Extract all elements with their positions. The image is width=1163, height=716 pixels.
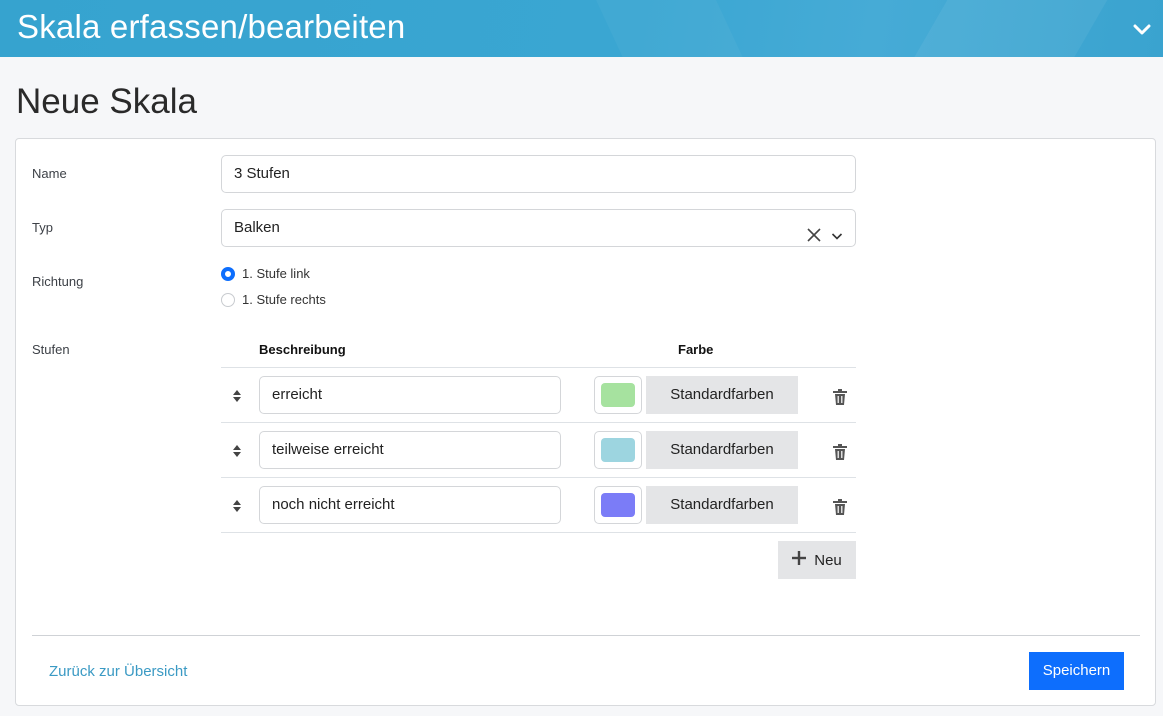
color-picker[interactable]	[594, 486, 642, 524]
radio-label: 1. Stufe rechts	[242, 292, 326, 307]
back-to-overview-link[interactable]: Zurück zur Übersicht	[49, 663, 187, 680]
drag-handle-icon[interactable]	[231, 498, 243, 514]
column-header-description: Beschreibung	[259, 342, 346, 357]
type-label: Typ	[32, 220, 53, 235]
color-swatch	[601, 438, 635, 462]
plus-icon	[792, 551, 807, 569]
table-divider	[221, 477, 856, 478]
radio-first-right[interactable]: 1. Stufe rechts	[221, 292, 326, 307]
level-description-input[interactable]: erreicht	[259, 376, 561, 414]
footer-divider	[32, 635, 1140, 636]
header-title: Skala erfassen/bearbeiten	[17, 8, 406, 45]
add-level-button[interactable]: Neu	[778, 541, 856, 579]
drag-handle-icon[interactable]	[231, 388, 243, 404]
chevron-down-icon[interactable]	[831, 220, 843, 256]
page-title: Neue Skala	[16, 82, 197, 121]
direction-label: Richtung	[32, 274, 84, 289]
color-picker[interactable]	[594, 376, 642, 414]
add-level-label: Neu	[814, 551, 842, 569]
name-label: Name	[32, 166, 67, 181]
table-divider	[221, 532, 856, 533]
header-decoration	[586, 0, 754, 57]
radio-button-checked[interactable]	[221, 266, 235, 281]
type-select[interactable]: Balken	[221, 209, 856, 247]
radio-first-left[interactable]: 1. Stufe link	[221, 266, 310, 281]
trash-icon[interactable]	[833, 444, 847, 460]
color-swatch	[601, 383, 635, 407]
name-input[interactable]: 3 Stufen	[221, 155, 856, 193]
radio-button[interactable]	[221, 292, 235, 307]
trash-icon[interactable]	[833, 499, 847, 515]
save-button[interactable]: Speichern	[1029, 652, 1124, 690]
type-select-value: Balken	[234, 219, 280, 236]
trash-icon[interactable]	[833, 389, 847, 405]
column-header-color: Farbe	[678, 342, 714, 357]
chevron-down-icon[interactable]	[1131, 18, 1153, 40]
level-description-input[interactable]: noch nicht erreicht	[259, 486, 561, 524]
color-swatch	[601, 493, 635, 517]
top-bar: Skala erfassen/bearbeiten	[0, 0, 1163, 57]
header-decoration	[901, 0, 1119, 57]
standard-colors-button[interactable]: Standardfarben	[646, 431, 798, 469]
table-divider	[221, 422, 856, 423]
radio-label: 1. Stufe link	[242, 266, 310, 281]
standard-colors-button[interactable]: Standardfarben	[646, 486, 798, 524]
table-divider	[221, 367, 856, 368]
standard-colors-button[interactable]: Standardfarben	[646, 376, 798, 414]
level-description-input[interactable]: teilweise erreicht	[259, 431, 561, 469]
clear-icon[interactable]	[807, 220, 821, 256]
levels-label: Stufen	[32, 342, 70, 357]
drag-handle-icon[interactable]	[231, 443, 243, 459]
form-card: Name 3 Stufen Typ Balken Richtung 1. Stu…	[15, 138, 1156, 706]
color-picker[interactable]	[594, 431, 642, 469]
